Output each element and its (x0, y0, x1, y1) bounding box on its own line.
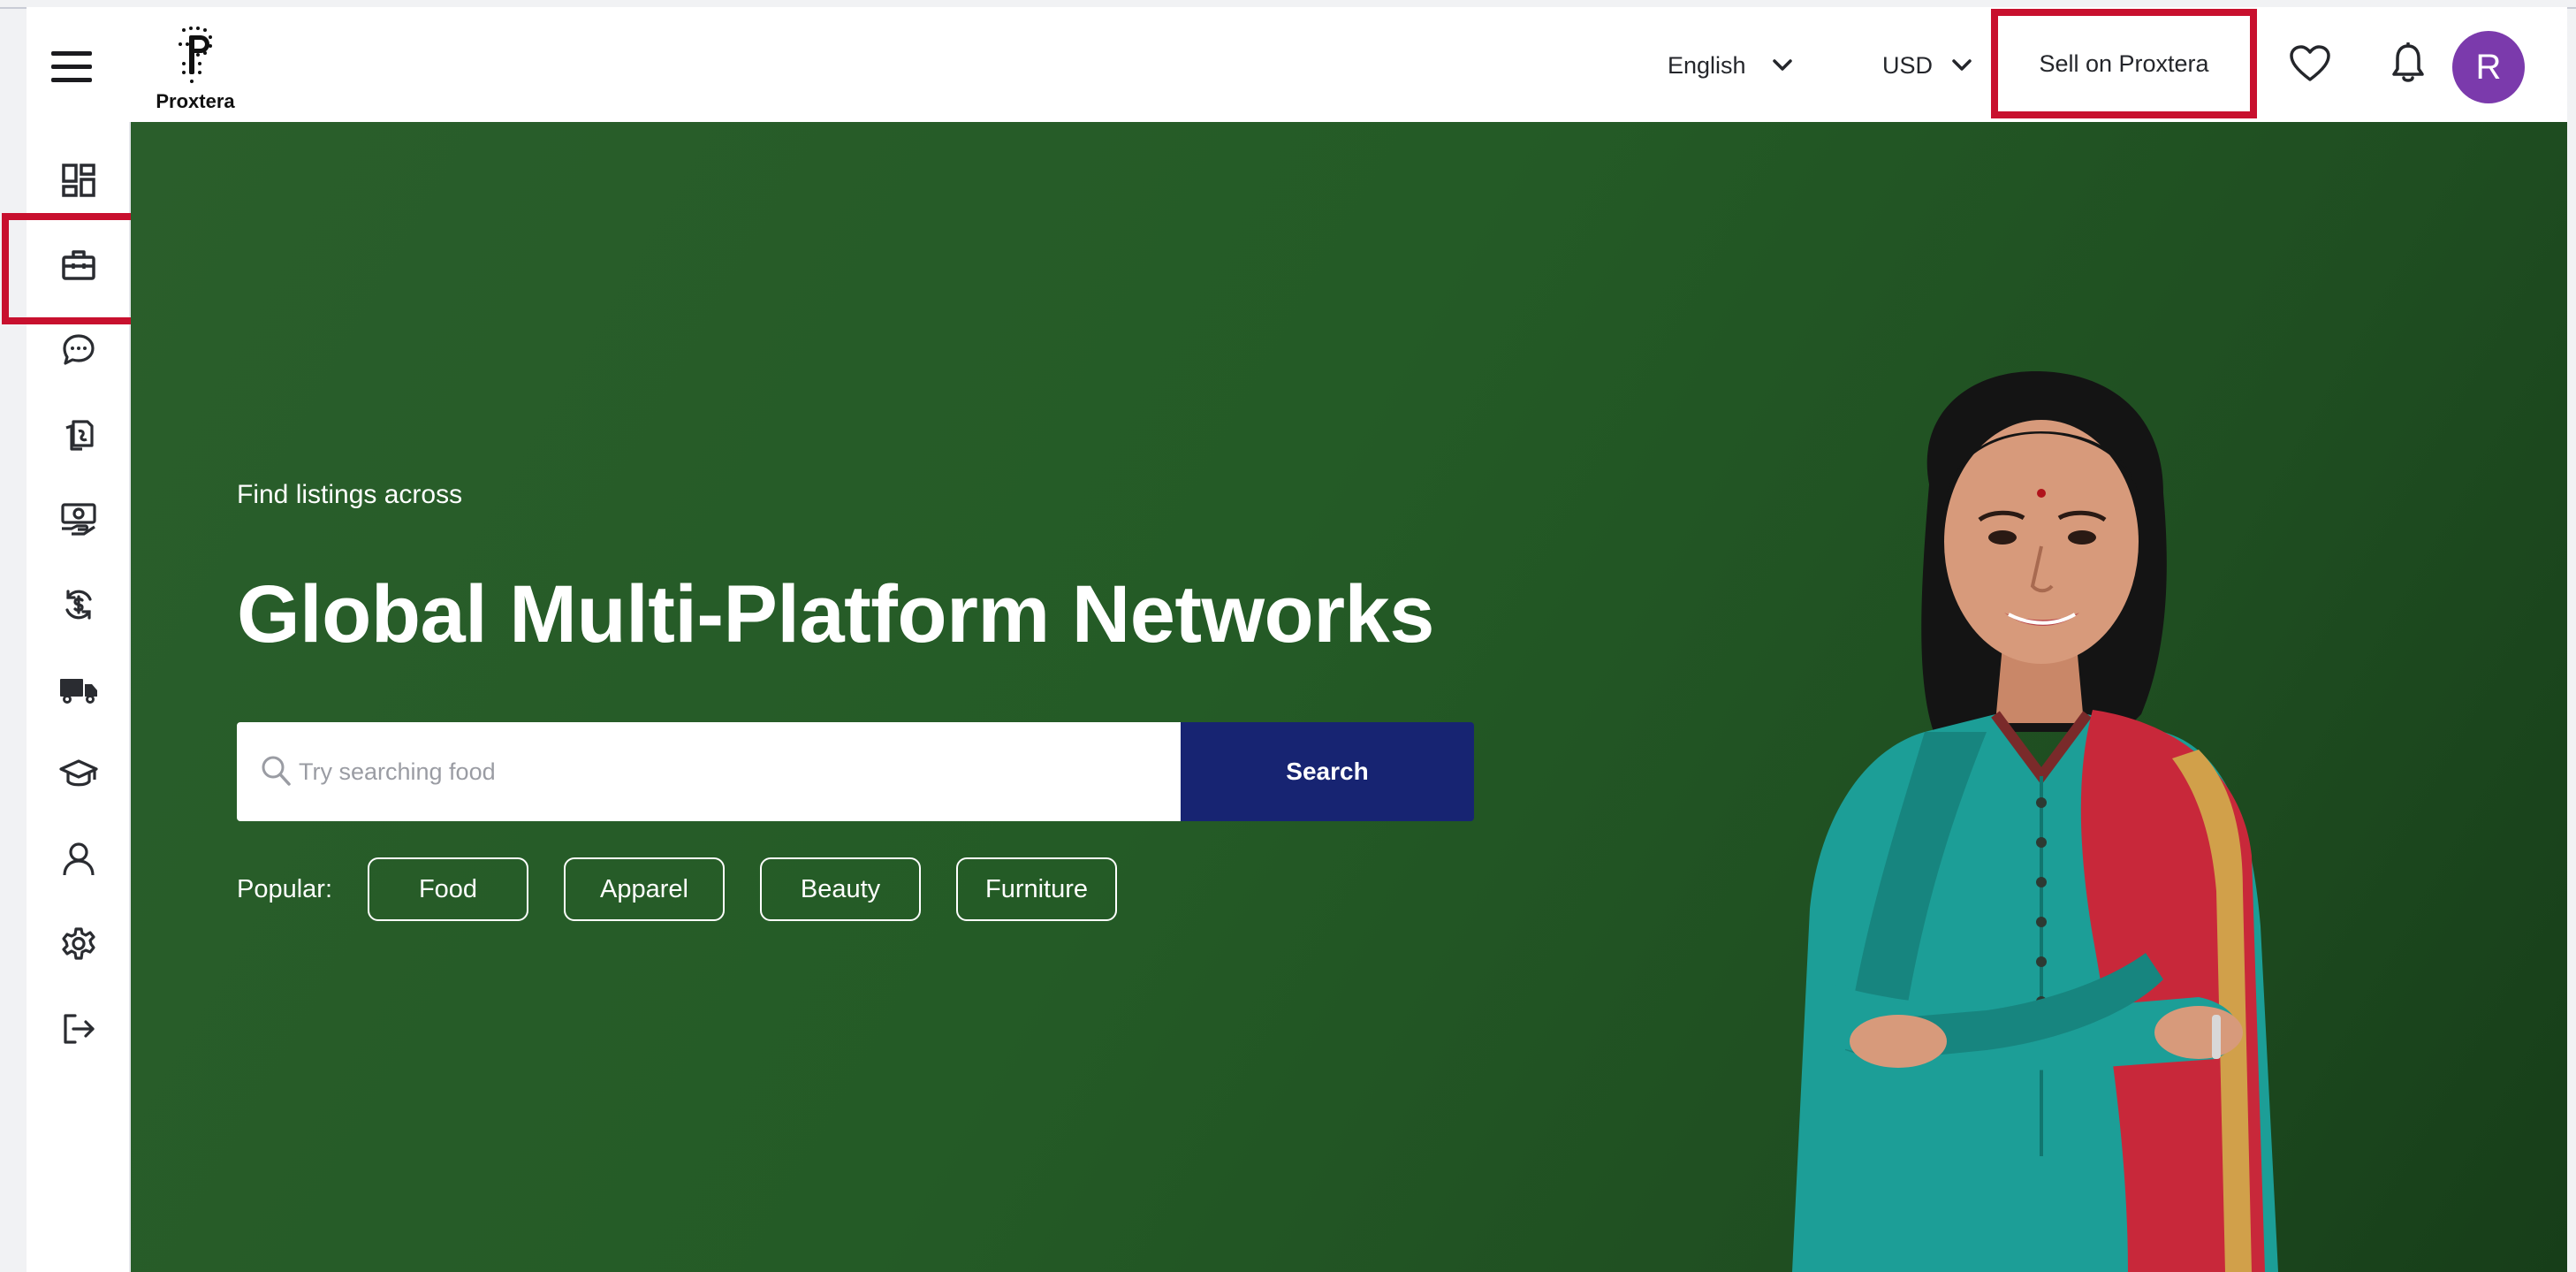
sidebar-item-payments[interactable] (27, 488, 131, 552)
currency-label: USD (1882, 51, 1934, 79)
sidebar-item-messages[interactable] (27, 318, 131, 382)
hero-banner: Find listings across Global Multi-Platfo… (131, 122, 2567, 1272)
chat-icon (63, 334, 95, 365)
proxtera-logo[interactable]: Proxtera (147, 25, 244, 117)
sell-on-proxtera-button[interactable]: Sell on Proxtera (1991, 9, 2257, 118)
search-button[interactable]: Search (1181, 722, 1474, 821)
chip-label: Apparel (600, 874, 688, 903)
popular-searches: Popular: Food Apparel Beauty Furniture (237, 857, 1152, 921)
user-icon (63, 842, 95, 876)
avatar[interactable]: R (2452, 31, 2525, 103)
language-dropdown[interactable]: English (1668, 9, 1792, 122)
currency-exchange-icon (65, 590, 92, 620)
chip-label: Food (418, 874, 478, 903)
sidebar-item-exchange[interactable] (27, 573, 131, 636)
popular-chip-furniture[interactable]: Furniture (956, 857, 1118, 921)
sidebar-item-settings[interactable] (27, 912, 131, 976)
search-input[interactable] (299, 722, 1165, 821)
sidebar (27, 122, 131, 1272)
logout-icon (64, 1014, 95, 1044)
sidebar-item-dashboard[interactable] (27, 149, 131, 212)
popular-chip-apparel[interactable]: Apparel (564, 857, 726, 921)
bell-icon[interactable] (2390, 42, 2426, 85)
chevron-down-icon (1772, 59, 1792, 71)
money-hand-icon (61, 503, 96, 536)
sidebar-item-learning[interactable] (27, 743, 131, 806)
hero-person-image (1792, 370, 2278, 1272)
sidebar-item-shipping[interactable] (27, 658, 131, 721)
sidebar-item-documents[interactable] (27, 403, 131, 467)
documents-icon (65, 420, 94, 451)
logo-text: Proxtera (156, 90, 235, 112)
currency-dropdown[interactable]: USD (1882, 9, 1972, 122)
search-field-container (237, 722, 1181, 821)
popular-label: Popular: (237, 874, 333, 903)
search-icon (262, 756, 291, 786)
settings-icon (62, 927, 95, 960)
briefcase-icon (62, 250, 95, 280)
popular-chip-beauty[interactable]: Beauty (760, 857, 922, 921)
chip-label: Beauty (800, 874, 881, 903)
sidebar-item-logout[interactable] (27, 997, 131, 1061)
search-bar: Search (237, 722, 1474, 821)
dashboard-icon (62, 164, 95, 197)
sidebar-item-profile[interactable] (27, 827, 131, 891)
search-button-label: Search (1286, 758, 1369, 785)
hamburger-menu-icon[interactable] (51, 51, 94, 83)
avatar-initial: R (2475, 47, 2502, 87)
heart-icon[interactable] (2289, 44, 2331, 83)
truck-icon (60, 679, 97, 704)
popular-chip-food[interactable]: Food (368, 857, 529, 921)
logo-mark-icon (179, 27, 212, 83)
hero-headline: Global Multi-Platform Networks (237, 569, 1434, 659)
chevron-down-icon (1952, 59, 1972, 71)
chip-label: Furniture (984, 874, 1089, 903)
sell-label: Sell on Proxtera (2039, 50, 2209, 77)
graduation-cap-icon (59, 759, 98, 787)
sidebar-item-briefcase[interactable] (27, 233, 131, 297)
hero-eyebrow: Find listings across (237, 480, 463, 509)
top-bar: Proxtera English USD Sell on Proxtera R (27, 9, 2567, 122)
language-label: English (1668, 51, 1746, 79)
